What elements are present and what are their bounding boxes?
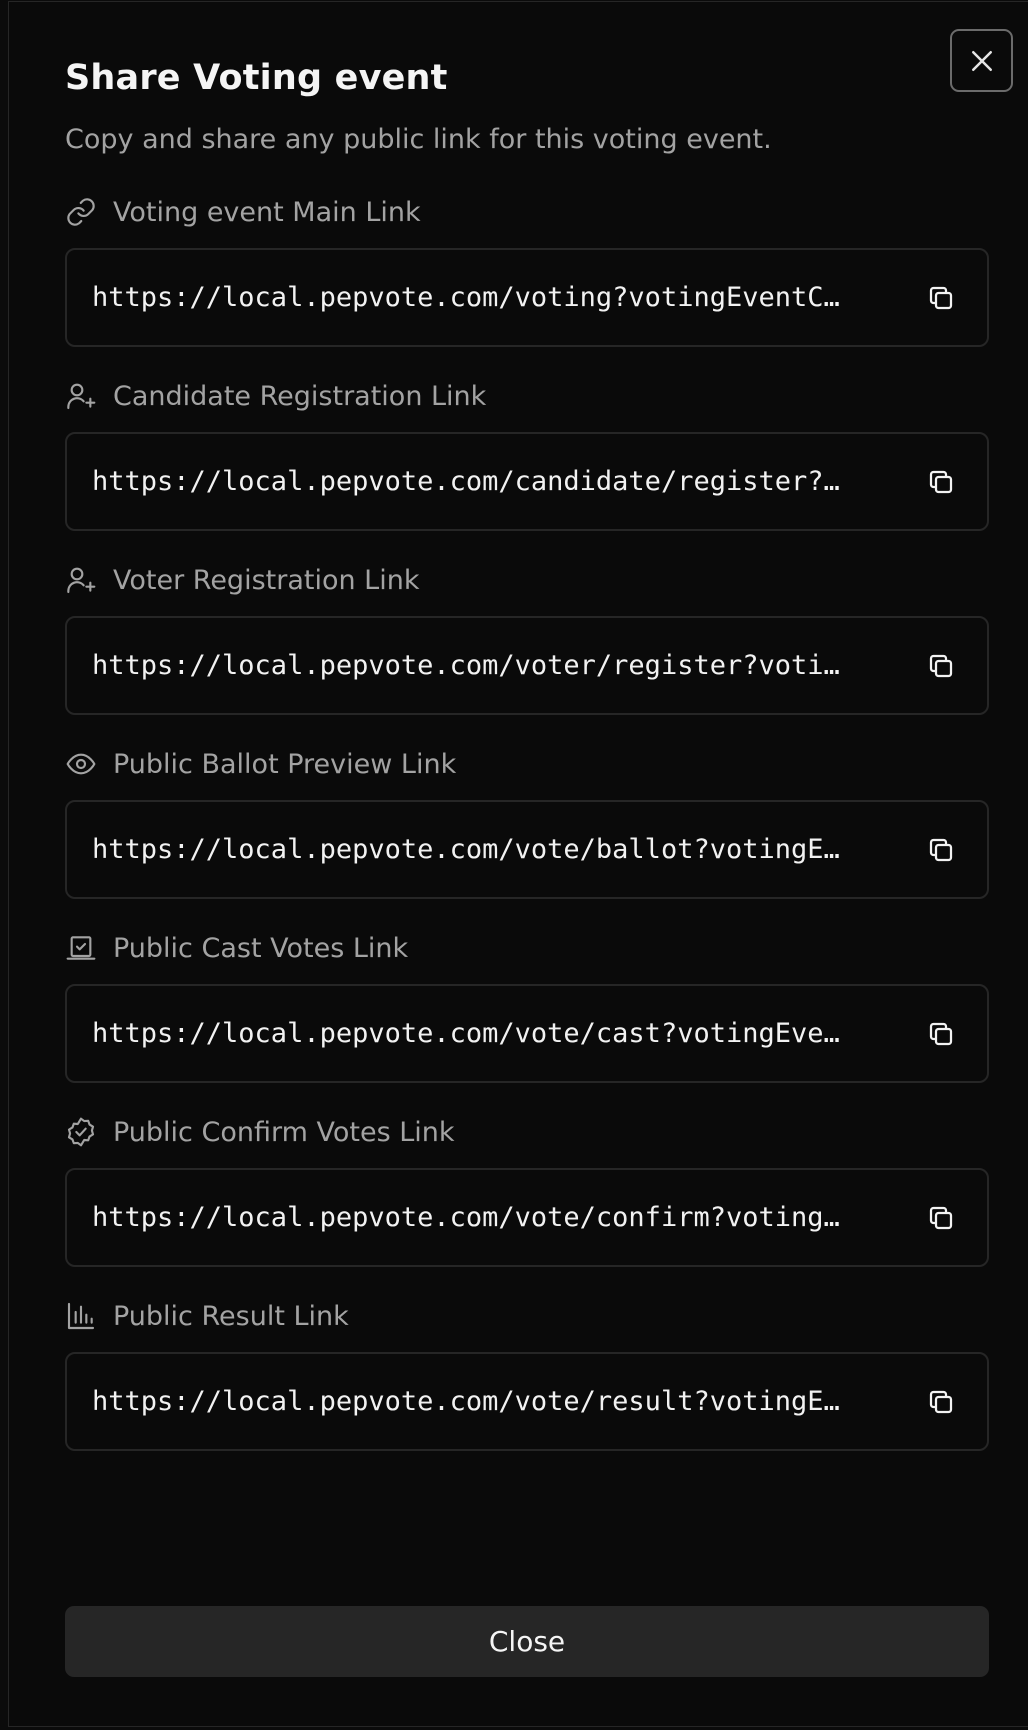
- link-label-row: Voter Registration Link: [65, 560, 989, 600]
- link-label: Public Cast Votes Link: [113, 932, 409, 964]
- link-group-result: Public Result Link https://local.pepvote…: [65, 1296, 989, 1451]
- ballot-box-icon: [65, 932, 97, 964]
- link-group-voter-registration: Voter Registration Link https://local.pe…: [65, 560, 989, 715]
- link-group-main: Voting event Main Link https://local.pep…: [65, 192, 989, 347]
- copy-icon: [929, 654, 953, 677]
- share-dialog: Share Voting event Copy and share any pu…: [8, 1, 1028, 1727]
- link-field[interactable]: https://local.pepvote.com/vote/result?vo…: [65, 1352, 989, 1451]
- link-label-row: Public Confirm Votes Link: [65, 1112, 989, 1152]
- bar-chart-icon: [65, 1300, 97, 1332]
- link-label-row: Public Cast Votes Link: [65, 928, 989, 968]
- link-url[interactable]: https://local.pepvote.com/voting?votingE…: [92, 282, 870, 313]
- link-label: Voter Registration Link: [113, 564, 420, 596]
- link-field[interactable]: https://local.pepvote.com/vote/ballot?vo…: [65, 800, 989, 899]
- link-label-row: Public Result Link: [65, 1296, 989, 1336]
- link-label: Public Result Link: [113, 1300, 349, 1332]
- link-label: Candidate Registration Link: [113, 380, 487, 412]
- copy-icon: [929, 1206, 953, 1229]
- link-url[interactable]: https://local.pepvote.com/vote/confirm?v…: [92, 1202, 870, 1233]
- user-plus-icon: [65, 564, 97, 596]
- link-url[interactable]: https://local.pepvote.com/vote/cast?voti…: [92, 1018, 870, 1049]
- link-group-candidate-registration: Candidate Registration Link https://loca…: [65, 376, 989, 531]
- link-field[interactable]: https://local.pepvote.com/vote/cast?voti…: [65, 984, 989, 1083]
- link-field[interactable]: https://local.pepvote.com/voter/register…: [65, 616, 989, 715]
- badge-check-icon: [65, 1116, 97, 1148]
- link-label-row: Public Ballot Preview Link: [65, 744, 989, 784]
- dialog-title: Share Voting event: [65, 58, 448, 98]
- close-icon-button[interactable]: [950, 29, 1013, 92]
- link-group-cast-votes: Public Cast Votes Link https://local.pep…: [65, 928, 989, 1083]
- link-group-ballot-preview: Public Ballot Preview Link https://local…: [65, 744, 989, 899]
- link-group-confirm-votes: Public Confirm Votes Link https://local.…: [65, 1112, 989, 1267]
- copy-button[interactable]: [921, 462, 961, 502]
- link-field[interactable]: https://local.pepvote.com/voting?votingE…: [65, 248, 989, 347]
- link-icon: [65, 196, 97, 228]
- link-label-row: Candidate Registration Link: [65, 376, 989, 416]
- close-icon: [971, 50, 992, 71]
- copy-icon: [929, 838, 953, 861]
- link-field[interactable]: https://local.pepvote.com/candidate/regi…: [65, 432, 989, 531]
- copy-button[interactable]: [921, 1014, 961, 1054]
- copy-button[interactable]: [921, 1382, 961, 1422]
- link-label: Public Confirm Votes Link: [113, 1116, 455, 1148]
- copy-button[interactable]: [921, 278, 961, 318]
- close-button[interactable]: Close: [65, 1606, 989, 1677]
- copy-button[interactable]: [921, 1198, 961, 1238]
- eye-icon: [65, 748, 97, 780]
- copy-icon: [929, 470, 953, 493]
- user-plus-icon: [65, 380, 97, 412]
- copy-button[interactable]: [921, 646, 961, 686]
- copy-icon: [929, 1390, 953, 1413]
- copy-button[interactable]: [921, 830, 961, 870]
- link-url[interactable]: https://local.pepvote.com/candidate/regi…: [92, 466, 870, 497]
- link-label-row: Voting event Main Link: [65, 192, 989, 232]
- link-url[interactable]: https://local.pepvote.com/vote/result?vo…: [92, 1386, 870, 1417]
- link-label: Voting event Main Link: [113, 196, 421, 228]
- copy-icon: [929, 286, 953, 309]
- dialog-description: Copy and share any public link for this …: [65, 124, 772, 155]
- link-label: Public Ballot Preview Link: [113, 748, 457, 780]
- link-url[interactable]: https://local.pepvote.com/voter/register…: [92, 650, 870, 681]
- link-url[interactable]: https://local.pepvote.com/vote/ballot?vo…: [92, 834, 870, 865]
- link-field[interactable]: https://local.pepvote.com/vote/confirm?v…: [65, 1168, 989, 1267]
- copy-icon: [929, 1022, 953, 1045]
